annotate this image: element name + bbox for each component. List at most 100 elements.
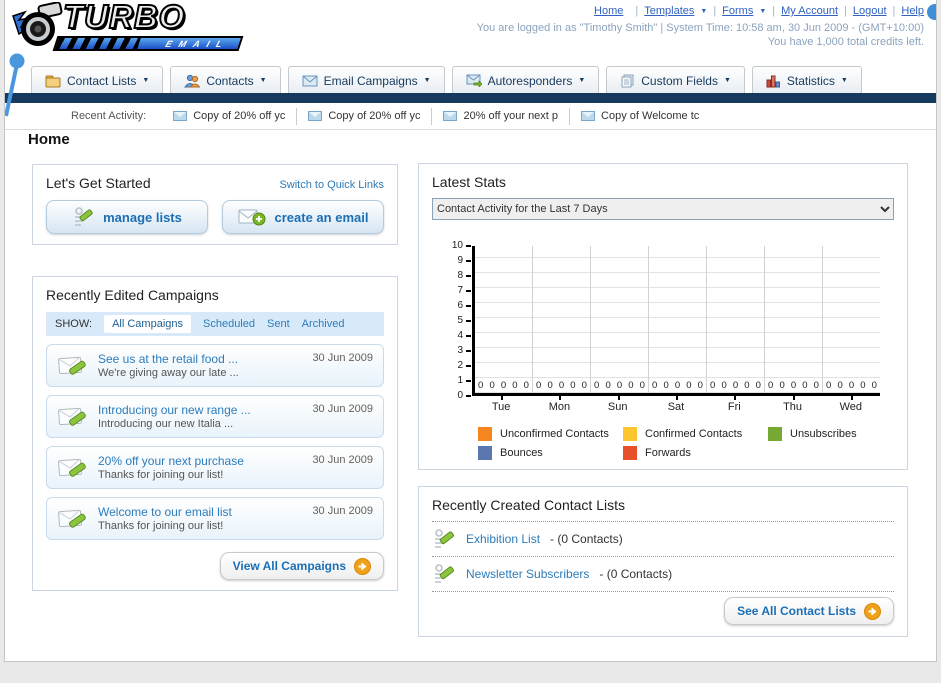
campaign-date: 30 Jun 2009 (312, 352, 373, 364)
link-logout[interactable]: Logout (853, 5, 887, 17)
envelope-pencil-icon (58, 407, 86, 426)
recent-activity-item[interactable]: Copy of Welcome tc (570, 108, 710, 125)
value-label: 0 (710, 380, 716, 391)
tab-label: Email Campaigns (323, 73, 418, 88)
recent-activity-item[interactable]: 20% off your next p (432, 107, 571, 125)
chart-column: 00000 (823, 246, 880, 393)
stats-range-select[interactable]: Contact Activity for the Last 7 Days (432, 198, 894, 220)
activity-item-label: Copy of Welcome tc (601, 110, 700, 122)
filter-scheduled[interactable]: Scheduled (203, 318, 255, 330)
recent-activity-label: Recent Activity: (71, 110, 147, 122)
campaign-title-link[interactable]: 20% off your next purchase (98, 454, 244, 468)
link-home[interactable]: Home (594, 5, 623, 17)
recent-activity-item[interactable]: Copy of 20% off yc (162, 107, 298, 125)
legend-swatch (478, 446, 492, 460)
y-axis-label: 2 (457, 360, 471, 371)
campaign-title-link[interactable]: See us at the retail food ... (98, 352, 239, 366)
x-axis-label: Tue (472, 396, 530, 413)
separator: | (713, 5, 717, 17)
page-title: Home (28, 131, 70, 148)
tab-statistics[interactable]: Statistics ▼ (751, 66, 862, 94)
value-label: 0 (721, 380, 727, 391)
x-axis-label: Sat (647, 396, 705, 413)
chevron-down-icon: ▼ (142, 77, 150, 84)
login-line2: You have 1,000 total credits left. (767, 36, 924, 48)
envelope-pencil-icon (58, 509, 86, 528)
campaigns-panel: Recently Edited Campaigns SHOW: All Camp… (32, 276, 398, 591)
legend-item: Confirmed Contacts (623, 427, 768, 441)
value-label: 0 (790, 380, 797, 391)
y-axis-label: 1 (457, 375, 471, 386)
x-axis-label: Mon (530, 396, 588, 413)
campaign-title-link[interactable]: Introducing our new range ... (98, 403, 251, 417)
tab-custom-fields[interactable]: Custom Fields ▼ (606, 66, 745, 94)
filter-archived[interactable]: Archived (302, 318, 345, 330)
legend-item: Unsubscribes (768, 427, 913, 441)
chevron-down-icon: ▼ (423, 77, 431, 84)
filter-all-campaigns[interactable]: All Campaigns (104, 315, 191, 333)
email-banner: EMAIL (52, 36, 244, 51)
contact-activity-chart: 10 9 8 7 6 5 4 3 2 1 0 000000000000000000000000000… (432, 241, 894, 401)
link-forms[interactable]: Forms (722, 5, 753, 17)
recent-activity-bar: Recent Activity: Copy of 20% off yc Copy… (5, 103, 936, 130)
tab-contacts[interactable]: Contacts ▼ (170, 66, 281, 94)
brand-sub: EMAIL (164, 39, 231, 49)
y-axis-label: 8 (457, 270, 471, 281)
y-axis: 10 9 8 7 6 5 4 3 2 1 0 (432, 241, 472, 401)
chart-column: 00000 (707, 246, 765, 393)
see-all-contact-lists-button[interactable]: See All Contact Lists (724, 597, 894, 625)
envelope-arrow-icon (466, 74, 482, 87)
tab-autoresponders[interactable]: Autoresponders ▼ (451, 66, 600, 94)
value-label: 0 (837, 380, 843, 391)
tab-label: Contact Lists (67, 73, 137, 88)
x-axis-label: Sun (589, 396, 647, 413)
switch-quick-links[interactable]: Switch to Quick Links (279, 179, 384, 191)
campaign-date: 30 Jun 2009 (312, 505, 373, 517)
filter-sent[interactable]: Sent (267, 318, 290, 330)
contact-list-link[interactable]: Newsletter Subscribers (466, 567, 589, 581)
tab-email-campaigns[interactable]: Email Campaigns ▼ (287, 66, 445, 94)
chevron-down-icon: ▼ (840, 77, 848, 84)
y-axis-label: 9 (457, 255, 471, 266)
value-label: 0 (779, 380, 785, 391)
recent-activity-item[interactable]: Copy of 20% off yc (297, 107, 433, 125)
campaign-row[interactable]: Introducing our new range ... Introducin… (46, 395, 384, 438)
tab-contact-lists[interactable]: Contact Lists ▼ (31, 66, 164, 94)
campaign-row[interactable]: Welcome to our email list Thanks for joi… (46, 497, 384, 540)
contact-lists-panel: Recently Created Contact Lists Exhibitio… (418, 486, 908, 637)
value-label: 0 (768, 380, 774, 391)
get-started-panel: Let's Get Started Switch to Quick Links … (32, 164, 398, 245)
envelope-icon (173, 111, 188, 121)
contact-list-link[interactable]: Exhibition List (466, 532, 540, 546)
legend-swatch (623, 427, 637, 441)
value-label: 0 (512, 380, 518, 391)
link-help[interactable]: Help (901, 5, 924, 17)
chevron-down-icon: ▼ (723, 77, 731, 84)
value-label: 0 (860, 380, 866, 391)
contact-list-row[interactable]: Newsletter Subscribers - (0 Contacts) (432, 557, 894, 592)
legend-item: Unconfirmed Contacts (478, 427, 623, 441)
main-nav: Contact Lists ▼ Contacts ▼ Email Campaigns… (31, 66, 862, 94)
value-label: 0 (732, 380, 739, 391)
chart-column: 00000 (765, 246, 823, 393)
create-email-button[interactable]: create an email (222, 200, 384, 234)
campaign-title-link[interactable]: Welcome to our email list (98, 505, 232, 519)
campaign-subtitle: Thanks for joining our list! (98, 468, 224, 481)
campaign-row[interactable]: 20% off your next purchase Thanks for jo… (46, 446, 384, 489)
login-info: You are logged in as "Timothy Smith" | S… (477, 21, 924, 49)
manage-lists-button[interactable]: manage lists (46, 200, 208, 234)
value-label: 0 (663, 380, 669, 391)
y-axis-label: 6 (457, 300, 471, 311)
view-all-campaigns-button[interactable]: View All Campaigns (219, 552, 384, 580)
contact-list-row[interactable]: Exhibition List - (0 Contacts) (432, 522, 894, 557)
legend-label: Forwards (645, 447, 691, 459)
legend-label: Bounces (500, 447, 543, 459)
envelope-icon (302, 75, 318, 86)
campaign-row[interactable]: See us at the retail food ... We're givi… (46, 344, 384, 387)
x-axis-label: Thu (763, 396, 821, 413)
link-my-account[interactable]: My Account (781, 5, 838, 17)
value-label: 0 (581, 380, 587, 391)
link-templates[interactable]: Templates (644, 5, 694, 17)
get-started-title: Let's Get Started (46, 175, 151, 191)
help-bubble-icon[interactable] (927, 4, 936, 20)
